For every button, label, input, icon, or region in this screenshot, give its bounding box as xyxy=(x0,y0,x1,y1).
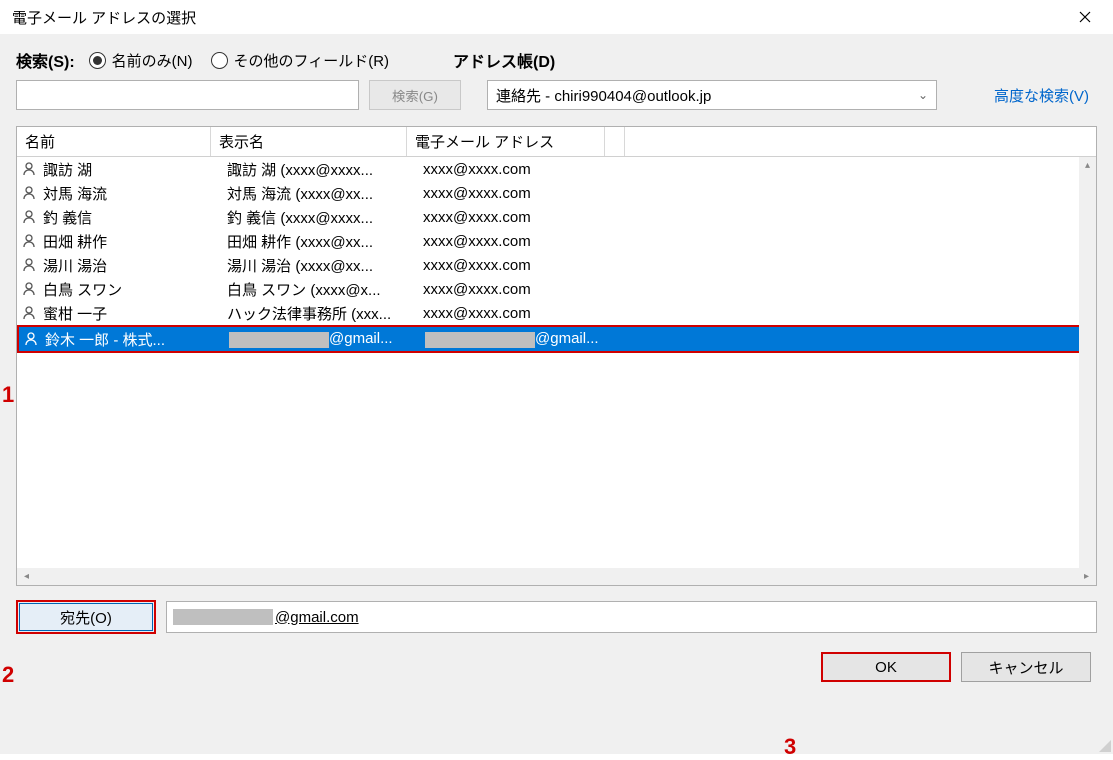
titlebar: 電子メール アドレスの選択 xyxy=(0,0,1113,34)
cell-name: 諏訪 湖 xyxy=(43,159,227,180)
cell-display: 白鳥 スワン (xxxx@x... xyxy=(227,279,423,300)
close-icon xyxy=(1079,11,1091,23)
to-input[interactable]: @gmail.com xyxy=(166,601,1097,633)
cell-email: xxxx@xxxx.com xyxy=(423,161,531,178)
chevron-down-icon: ⌄ xyxy=(918,88,928,102)
person-icon xyxy=(21,257,37,273)
list-item[interactable]: 白鳥 スワン白鳥 スワン (xxxx@x...xxxx@xxxx.com xyxy=(17,277,1096,301)
annotation-1: 1 xyxy=(2,382,14,408)
cell-name: 対馬 海流 xyxy=(43,183,227,204)
list-body: 諏訪 湖諏訪 湖 (xxxx@xxxx...xxxx@xxxx.com対馬 海流… xyxy=(17,157,1096,568)
resize-grip-icon[interactable] xyxy=(1097,738,1111,752)
address-book-select[interactable]: 連絡先 - chiri990404@outlook.jp ⌄ xyxy=(487,80,937,110)
list-item[interactable]: 諏訪 湖諏訪 湖 (xxxx@xxxx...xxxx@xxxx.com xyxy=(17,157,1096,181)
cell-email: xxxx@xxxx.com xyxy=(423,281,531,298)
person-icon xyxy=(21,281,37,297)
window-title: 電子メール アドレスの選択 xyxy=(12,7,196,28)
radio-icon xyxy=(89,52,106,69)
annotation-3: 3 xyxy=(784,734,796,760)
cancel-button[interactable]: キャンセル xyxy=(961,652,1091,682)
cell-email: xxxx@xxxx.com xyxy=(423,257,531,274)
cell-email: @gmail... xyxy=(425,330,599,347)
to-value-suffix: @gmail.com xyxy=(275,609,359,626)
column-email[interactable]: 電子メール アドレス xyxy=(407,127,605,156)
cell-display: 諏訪 湖 (xxxx@xxxx... xyxy=(227,159,423,180)
radio-icon xyxy=(211,52,228,69)
scroll-up-icon: ▴ xyxy=(1079,157,1096,174)
address-book-label: アドレス帳(D) xyxy=(453,48,555,72)
cell-display: ハック法律事務所 (xxx... xyxy=(227,303,423,324)
column-headers: 名前 表示名 電子メール アドレス xyxy=(17,127,1096,157)
address-book-value: 連絡先 - chiri990404@outlook.jp xyxy=(496,85,711,106)
person-icon xyxy=(23,331,39,347)
cell-display: 湯川 湯治 (xxxx@xx... xyxy=(227,255,423,276)
list-item[interactable]: 湯川 湯治湯川 湯治 (xxxx@xx...xxxx@xxxx.com xyxy=(17,253,1096,277)
search-input[interactable] xyxy=(16,80,359,110)
cell-name: 釣 義信 xyxy=(43,207,227,228)
cell-email: xxxx@xxxx.com xyxy=(423,209,531,226)
dialog-buttons: OK キャンセル xyxy=(16,652,1097,682)
cell-name: 湯川 湯治 xyxy=(43,255,227,276)
cell-display: 対馬 海流 (xxxx@xx... xyxy=(227,183,423,204)
cell-email: xxxx@xxxx.com xyxy=(423,233,531,250)
cell-name: 田畑 耕作 xyxy=(43,231,227,252)
redacted-block xyxy=(425,332,535,348)
to-button[interactable]: 宛先(O) xyxy=(16,600,156,634)
search-options-row: 検索(S): 名前のみ(N) その他のフィールド(R) アドレス帳(D) xyxy=(16,48,1097,72)
person-icon xyxy=(21,233,37,249)
column-display[interactable]: 表示名 xyxy=(211,127,407,156)
cell-email: xxxx@xxxx.com xyxy=(423,305,531,322)
cell-email: xxxx@xxxx.com xyxy=(423,185,531,202)
list-item[interactable]: 釣 義信釣 義信 (xxxx@xxxx...xxxx@xxxx.com xyxy=(17,205,1096,229)
contacts-list: 名前 表示名 電子メール アドレス 諏訪 湖諏訪 湖 (xxxx@xxxx...… xyxy=(16,126,1097,586)
radio-other-fields[interactable]: その他のフィールド(R) xyxy=(211,50,390,71)
ok-button[interactable]: OK xyxy=(821,652,951,682)
list-item[interactable]: 蜜柑 一子ハック法律事務所 (xxx...xxxx@xxxx.com xyxy=(17,301,1096,325)
cell-display: @gmail... xyxy=(229,330,425,347)
list-item[interactable]: 田畑 耕作田畑 耕作 (xxxx@xx...xxxx@xxxx.com xyxy=(17,229,1096,253)
cell-name: 蜜柑 一子 xyxy=(43,303,227,324)
recipients-row: 宛先(O) @gmail.com xyxy=(16,600,1097,634)
radio-name-only[interactable]: 名前のみ(N) xyxy=(89,50,193,71)
cell-name: 鈴木 一郎 - 株式... xyxy=(45,329,229,350)
list-item[interactable]: 対馬 海流対馬 海流 (xxxx@xx...xxxx@xxxx.com xyxy=(17,181,1096,205)
close-button[interactable] xyxy=(1065,2,1105,32)
dialog-content: 検索(S): 名前のみ(N) その他のフィールド(R) アドレス帳(D) 検索(… xyxy=(0,34,1113,754)
cell-name: 白鳥 スワン xyxy=(43,279,227,300)
horizontal-scrollbar[interactable]: ◂ ▸ xyxy=(17,568,1096,585)
column-extra[interactable] xyxy=(605,127,625,156)
person-icon xyxy=(21,209,37,225)
inputs-row: 検索(G) 連絡先 - chiri990404@outlook.jp ⌄ 高度な… xyxy=(16,80,1097,110)
search-radio-group: 名前のみ(N) その他のフィールド(R) xyxy=(89,50,389,71)
search-label: 検索(S): xyxy=(16,48,75,72)
scroll-right-icon: ▸ xyxy=(1079,571,1094,582)
cell-display: 田畑 耕作 (xxxx@xx... xyxy=(227,231,423,252)
person-icon xyxy=(21,185,37,201)
person-icon xyxy=(21,161,37,177)
annotation-2: 2 xyxy=(2,662,14,688)
scroll-left-icon: ◂ xyxy=(19,571,34,582)
column-name[interactable]: 名前 xyxy=(17,127,211,156)
vertical-scrollbar[interactable]: ▴ xyxy=(1079,157,1096,568)
list-item-selected[interactable]: 鈴木 一郎 - 株式... @gmail... @gmail... xyxy=(17,325,1096,353)
advanced-search-link[interactable]: 高度な検索(V) xyxy=(994,85,1089,106)
search-button: 検索(G) xyxy=(369,80,461,110)
person-icon xyxy=(21,305,37,321)
redacted-block xyxy=(173,609,273,625)
radio-name-only-label: 名前のみ(N) xyxy=(112,50,193,71)
cell-display: 釣 義信 (xxxx@xxxx... xyxy=(227,207,423,228)
radio-other-fields-label: その他のフィールド(R) xyxy=(234,50,390,71)
redacted-block xyxy=(229,332,329,348)
